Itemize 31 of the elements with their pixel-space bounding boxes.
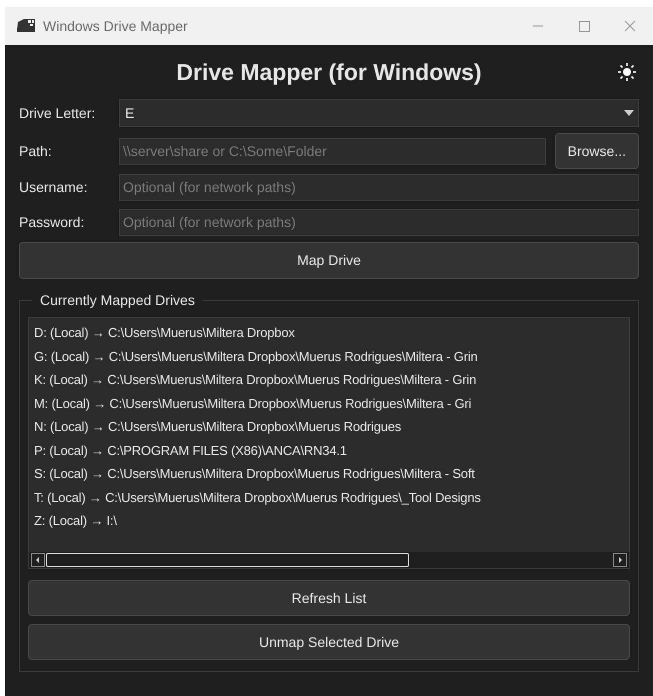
drive-list-item[interactable]: N: (Local) → C:\Users\Muerus\Miltera Dropbox\Muerus Rodrigues (34, 415, 402, 438)
horizontal-scrollbar[interactable] (29, 552, 629, 568)
drive-list-item[interactable]: K: (Local) → C:\Users\Muerus\Miltera Dropbox\Muerus Rodrigues\Miltera - Grin (34, 368, 476, 392)
password-input[interactable]: Optional (for network paths) (119, 208, 639, 236)
username-input[interactable]: Optional (for network paths) (119, 174, 639, 200)
drive-icon (15, 18, 37, 34)
browse-button[interactable]: Browse... (554, 133, 639, 169)
unmap-drive-button[interactable]: Unmap Selected Drive (28, 624, 630, 660)
map-drive-button[interactable]: Map Drive (19, 242, 639, 279)
field-label: Path: (19, 142, 53, 160)
scroll-left-icon[interactable] (31, 553, 45, 567)
refresh-list-button[interactable]: Refresh List (28, 580, 630, 616)
drive-list-item[interactable]: D: (Local) → C:\Users\Muerus\Miltera Dropbox (34, 321, 295, 344)
scroll-right-icon[interactable] (613, 553, 627, 567)
drive-list-item[interactable]: S: (Local) → C:\Users\Muerus\Miltera Dropbox\Muerus Rodrigues\Miltera - Soft (34, 462, 475, 486)
drive-list-item[interactable]: M: (Local) → C:\Users\Muerus\Miltera Dropbox\Muerus Rodrigues\Miltera - Gri (34, 392, 472, 415)
scrollbar-thumb[interactable] (46, 553, 409, 567)
sun-icon[interactable] (617, 62, 637, 82)
path-input[interactable]: \\server\share or C:\Some\Folder (119, 138, 546, 164)
drive-list-item[interactable]: T: (Local) → C:\Users\Muerus\Miltera Dropbox\Muerus Rodrigues\_Tool Designs (34, 486, 481, 509)
drive-list-item[interactable]: P: (Local) → C:\PROGRAM FILES (X86)\ANCA\RN34.1 (34, 438, 347, 462)
window-title: Windows Drive Mapper (43, 16, 188, 36)
drive-list-item[interactable]: G: (Local) → C:\Users\Muerus\Miltera Dropbox\Muerus Rodrigues\Miltera - Grin (34, 344, 478, 368)
field-label: Username: (19, 178, 88, 196)
field-label: Password: (19, 212, 86, 232)
dropdown-arrow-icon (624, 110, 634, 116)
drive-list-item[interactable]: Z: (Local) → I:\ (34, 509, 117, 532)
field-label: Drive Letter: (19, 104, 96, 122)
app-heading: Drive Mapper (for Windows) (176, 58, 482, 87)
drive-letter-dropdown[interactable]: E (119, 99, 639, 127)
drive-list[interactable] (28, 317, 630, 569)
